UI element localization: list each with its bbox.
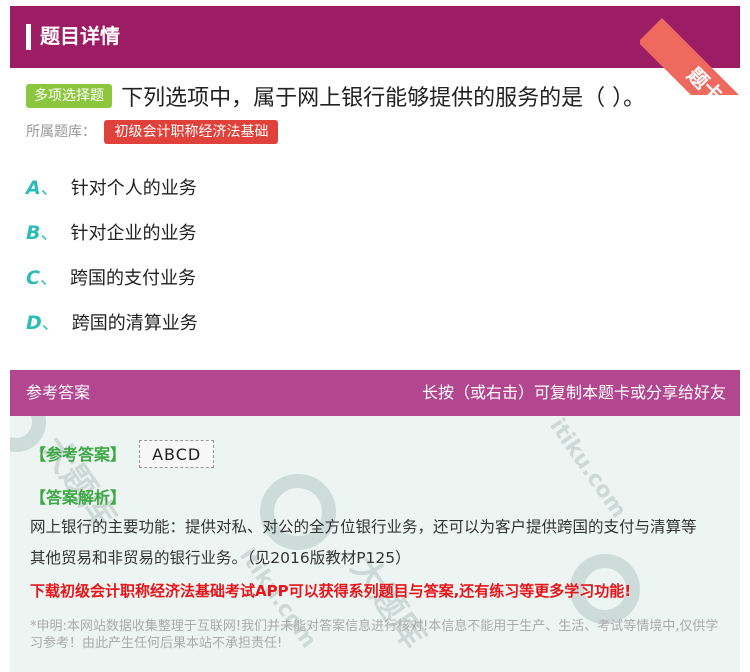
option-letter: C [26,267,40,289]
page-title: 题目详情 [40,24,120,48]
question-type-badge: 多项选择题 [26,84,112,108]
options-list: A、 针对个人的业务 B、 针对企业的业务 C、 跨国的支付业务 D、 跨国的清算业务 [26,170,198,350]
option-separator: 、 [39,268,58,289]
answer-header: 参考答案 长按（或右击）可复制本题卡或分享给好友 [10,370,740,416]
answer-section-title: 参考答案 [26,383,91,402]
answer-row: 【参考答案】 ABCD [30,440,215,468]
option-text: 跨国的支付业务 [69,268,196,289]
option-text: 跨国的清算业务 [71,313,198,334]
option-letter: A [26,177,41,199]
app-promo-link[interactable]: 下载初级会计职称经济法基础考试APP可以获得系列题目与答案,还有练习等更多学习功… [30,580,631,601]
option-letter: D [26,312,42,334]
option-text: 针对个人的业务 [70,178,197,199]
option-separator: 、 [41,313,60,334]
option-c[interactable]: C、 跨国的支付业务 [26,260,198,305]
share-hint: 长按（或右击）可复制本题卡或分享给好友 [421,383,726,402]
option-d[interactable]: D、 跨国的清算业务 [26,305,198,350]
option-separator: 、 [40,223,59,244]
analysis-text: 网上银行的主要功能：提供对私、对公的全方位银行业务，还可以为客户提供跨国的支付与… [30,518,697,567]
disclaimer-text: *申明:本网站数据收集整理于互联网!我们并未能对答案信息进行核对!本信息不能用于… [30,619,719,651]
option-text: 针对企业的业务 [70,223,197,244]
option-separator: 、 [40,178,59,199]
option-b[interactable]: B、 针对企业的业务 [26,215,198,260]
bank-label: 所属题库： [26,124,96,140]
question-bank: 所属题库： 初级会计职称经济法基础 [26,120,279,144]
question-text: 下列选项中，属于网上银行能够提供的服务的是（ ）。 [121,86,646,111]
option-letter: B [26,222,41,244]
analysis-label: 【答案解析】 [30,488,127,507]
answer-value[interactable]: ABCD [139,440,215,468]
answer-label: 【参考答案】 [30,445,127,464]
header-accent-bar [26,24,31,50]
option-a[interactable]: A、 针对个人的业务 [26,170,198,215]
question-line: 多项选择题 下列选项中，属于网上银行能够提供的服务的是（ ）。 [26,80,726,112]
page-header: 题目详情 [10,6,740,68]
watermark-text: itiku.com [544,416,631,523]
answer-body: 大题库 itiku.com 大题库 itiku.com 【参考答案】 ABCD … [10,416,740,672]
bank-tag[interactable]: 初级会计职称经济法基础 [104,120,279,144]
